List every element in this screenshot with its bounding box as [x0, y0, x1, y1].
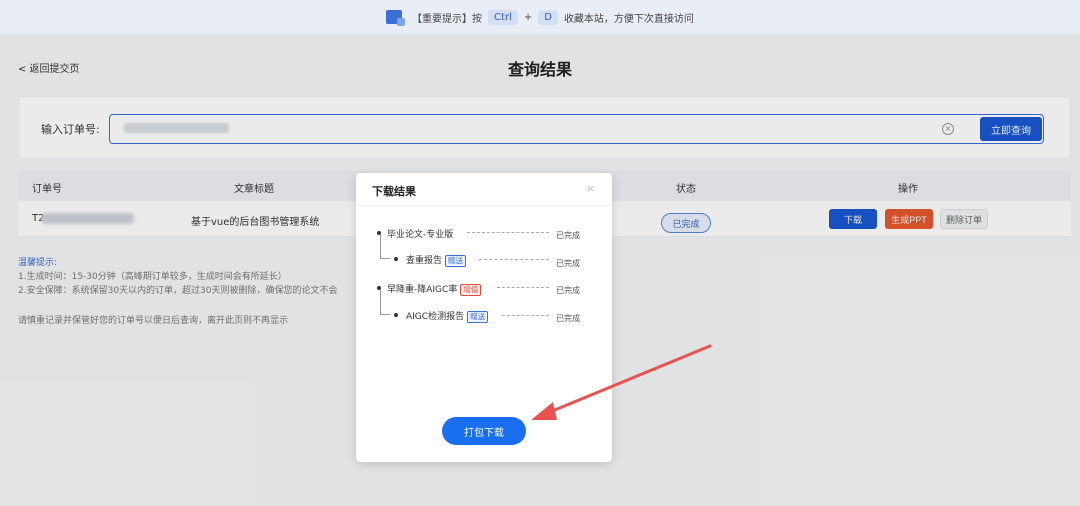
key-plus: +	[523, 11, 533, 23]
result-item-status: 已完成	[556, 259, 580, 268]
key-ctrl: Ctrl	[488, 9, 518, 25]
result-item-label: 查重报告	[406, 256, 443, 266]
gift-tag: 赠送	[445, 255, 467, 267]
modal-title: 下载结果	[372, 185, 416, 198]
result-item-reduce-aigc: 早降重-降AIGC率 增值	[387, 282, 482, 296]
result-item-thesis: 毕业论文-专业版	[387, 227, 453, 240]
gift-tag: 赠送	[467, 311, 489, 323]
result-item-label: 早降重-降AIGC率	[387, 285, 458, 295]
tree-connector	[380, 290, 390, 315]
dash-leader	[497, 287, 549, 288]
notice-suffix: 收藏本站，方便下次直接访问	[563, 13, 694, 25]
result-item-label: 毕业论文-专业版	[387, 230, 454, 240]
result-item-status: 已完成	[556, 314, 580, 323]
result-item-aigc-report: AIGC检测报告 赠送	[406, 309, 489, 323]
close-icon[interactable]: ×	[586, 182, 595, 195]
result-item-status: 已完成	[556, 231, 580, 240]
download-result-modal: 下载结果 × 毕业论文-专业版 已完成 查重报告 赠送 已完成 早降重-降AIGC…	[356, 173, 612, 462]
value-added-tag: 增值	[460, 284, 482, 296]
modal-divider	[356, 205, 612, 206]
dash-leader	[479, 259, 549, 260]
pack-download-button[interactable]: 打包下载	[442, 417, 526, 445]
result-item-plagiarism-report: 查重报告 赠送	[406, 253, 467, 267]
dash-leader	[502, 315, 549, 316]
tree-connector	[380, 235, 390, 259]
notice-prefix: 【重要提示】按	[412, 13, 483, 25]
notice-banner: 【重要提示】按 Ctrl + D 收藏本站，方便下次直接访问	[0, 0, 1080, 34]
result-item-label: AIGC检测报告	[406, 312, 465, 322]
bullet-icon	[394, 313, 398, 317]
result-item-status: 已完成	[556, 286, 580, 295]
dash-leader	[467, 232, 549, 233]
bookmark-icon	[386, 10, 406, 26]
bullet-icon	[394, 257, 398, 261]
key-d: D	[538, 9, 558, 25]
